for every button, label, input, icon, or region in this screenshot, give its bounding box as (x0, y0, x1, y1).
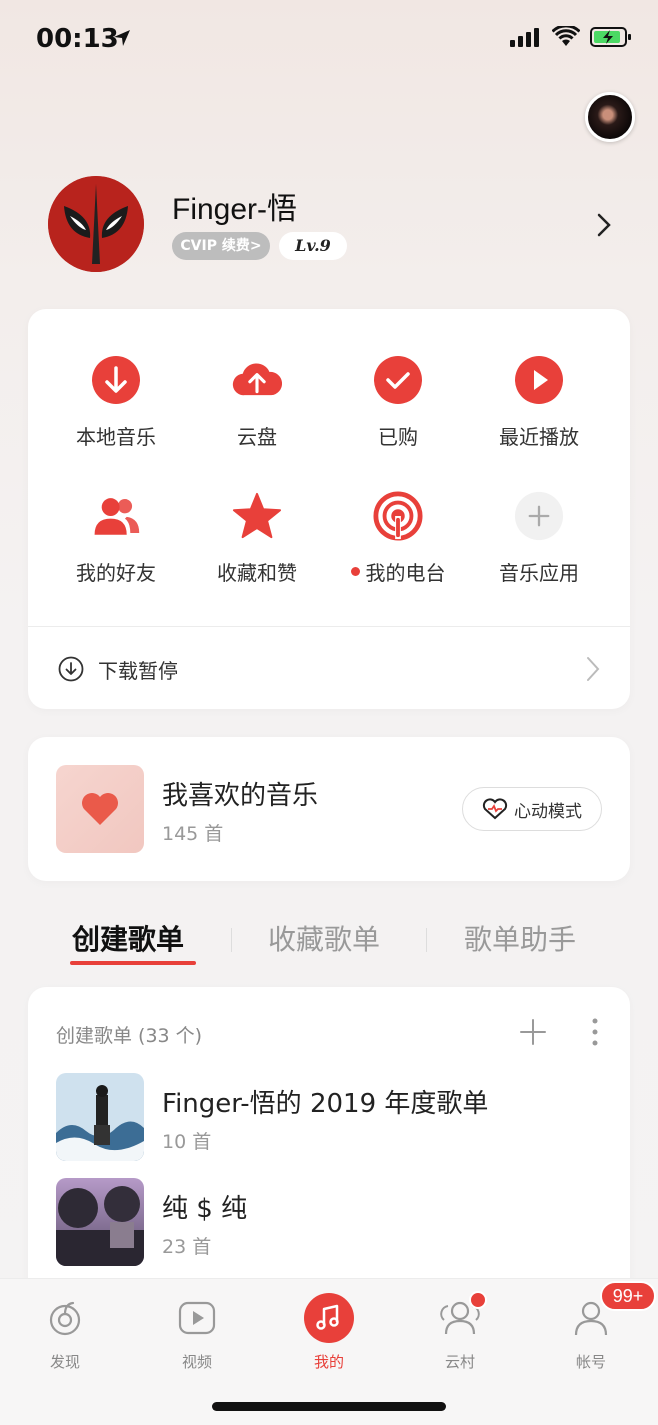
tab-community[interactable]: 云村 (410, 1291, 510, 1372)
cloud-upload-icon (232, 355, 282, 405)
menu-item-radio[interactable]: 我的电台 (328, 491, 468, 586)
profile-header[interactable]: Finger-悟 CVIP 续费> Lv.9 (48, 176, 628, 276)
account-icon: 99+ (566, 1281, 656, 1343)
tab-label: 帐号 (575, 1353, 606, 1371)
wifi-icon (552, 26, 580, 46)
notification-dot (469, 1291, 487, 1309)
community-icon (435, 1291, 487, 1343)
more-vertical-icon[interactable] (590, 1017, 600, 1047)
profile-name: Finger-悟 (172, 193, 298, 226)
playlist-count: 23 首 (162, 1236, 212, 1258)
profile-avatar[interactable] (48, 176, 144, 272)
menu-item-favorites[interactable]: 收藏和赞 (187, 491, 327, 586)
menu-item-local-music[interactable]: 本地音乐 (46, 355, 186, 450)
playlist-title: Finger-悟的 2019 年度歌单 (162, 1089, 489, 1119)
vip-badge[interactable]: CVIP 续费> (172, 232, 270, 260)
playlist-title: 纯 $ 纯 (162, 1194, 248, 1224)
notification-badge: 99+ (600, 1281, 656, 1311)
menu-label: 已购 (378, 425, 418, 449)
plus-icon[interactable] (518, 1017, 548, 1047)
friends-icon (91, 491, 141, 541)
home-indicator[interactable] (212, 1402, 446, 1411)
tab-label: 视频 (181, 1353, 212, 1371)
radio-icon (373, 491, 423, 541)
menu-label: 最近播放 (499, 425, 579, 449)
tab-label: 发现 (49, 1353, 80, 1371)
new-dot (350, 567, 360, 576)
tab-created[interactable]: 创建歌单 (72, 918, 184, 958)
battery-charging-icon (590, 27, 631, 47)
menu-label: 音乐应用 (499, 561, 579, 585)
chevron-right-icon[interactable] (596, 212, 612, 238)
star-icon (232, 491, 282, 541)
plus-circle-icon (514, 491, 564, 541)
liked-music-card[interactable]: 我喜欢的音乐 145 首 心动模式 (28, 737, 630, 881)
tab-account[interactable]: 99+ 帐号 (541, 1281, 656, 1372)
tab-video[interactable]: 视频 (147, 1293, 247, 1372)
video-icon (172, 1293, 222, 1343)
playlist-cover (56, 1178, 144, 1266)
music-note-icon (304, 1293, 354, 1343)
menu-label: 我的好友 (76, 561, 156, 585)
status-time: 00:13 (36, 24, 119, 54)
heart-mode-button[interactable]: 心动模式 (462, 787, 602, 831)
top-right-avatar[interactable] (585, 92, 635, 142)
menu-card: 本地音乐 云盘 已购 最近播放 我的好友 收藏和赞 我的电台 音乐应用 下载暂停 (28, 309, 630, 709)
status-indicators (510, 26, 632, 48)
play-circle-icon (514, 355, 564, 405)
discover-icon (40, 1293, 90, 1343)
tab-my-music[interactable]: 我的 (279, 1293, 379, 1372)
bottom-tab-bar: 发现 视频 我的 云村 99+ 帐号 (0, 1278, 658, 1425)
playlist-count: 10 首 (162, 1131, 212, 1153)
tab-label: 云村 (444, 1353, 475, 1371)
mask-avatar-icon (48, 176, 144, 272)
location-arrow-icon (114, 30, 130, 46)
chevron-right-icon (587, 657, 600, 681)
playlist-item[interactable]: Finger-悟的 2019 年度歌单 10 首 (56, 1073, 616, 1161)
menu-item-recent[interactable]: 最近播放 (469, 355, 609, 450)
menu-item-friends[interactable]: 我的好友 (46, 491, 186, 586)
download-label: 下载暂停 (98, 658, 178, 683)
heartbeat-icon (482, 798, 508, 820)
playlist-header: 创建歌单 (33 个) (56, 1025, 203, 1047)
liked-title: 我喜欢的音乐 (162, 781, 319, 811)
tab-collected[interactable]: 收藏歌单 (268, 918, 380, 958)
tab-separator (426, 928, 427, 952)
playlist-cover (56, 1073, 144, 1161)
heart-icon (82, 793, 118, 825)
liked-cover (56, 765, 144, 853)
menu-label: 我的电台 (365, 561, 446, 585)
level-badge[interactable]: Lv.9 (279, 232, 347, 260)
download-paused-icon (58, 656, 84, 682)
tab-label: 我的 (313, 1353, 344, 1371)
liked-count: 145 首 (162, 823, 224, 845)
menu-label: 本地音乐 (76, 425, 156, 449)
menu-item-music-apps[interactable]: 音乐应用 (469, 491, 609, 586)
menu-label: 云盘 (237, 425, 277, 449)
tab-assistant[interactable]: 歌单助手 (464, 918, 576, 958)
cellular-signal-icon (510, 28, 539, 47)
divider (28, 626, 630, 627)
tab-underline (70, 961, 196, 965)
menu-label: 收藏和赞 (217, 561, 297, 585)
heart-mode-label: 心动模式 (514, 801, 582, 822)
tab-separator (231, 928, 232, 952)
menu-item-cloud[interactable]: 云盘 (187, 355, 327, 450)
playlist-tabs: 创建歌单 收藏歌单 歌单助手 (28, 918, 630, 968)
download-status-row[interactable]: 下载暂停 (58, 647, 600, 691)
check-circle-icon (373, 355, 423, 405)
status-bar: 00:13 (0, 0, 658, 80)
download-circle-icon (91, 355, 141, 405)
playlist-item[interactable]: 纯 $ 纯 23 首 (56, 1178, 616, 1266)
tab-discover[interactable]: 发现 (15, 1293, 115, 1372)
menu-item-purchased[interactable]: 已购 (328, 355, 468, 450)
